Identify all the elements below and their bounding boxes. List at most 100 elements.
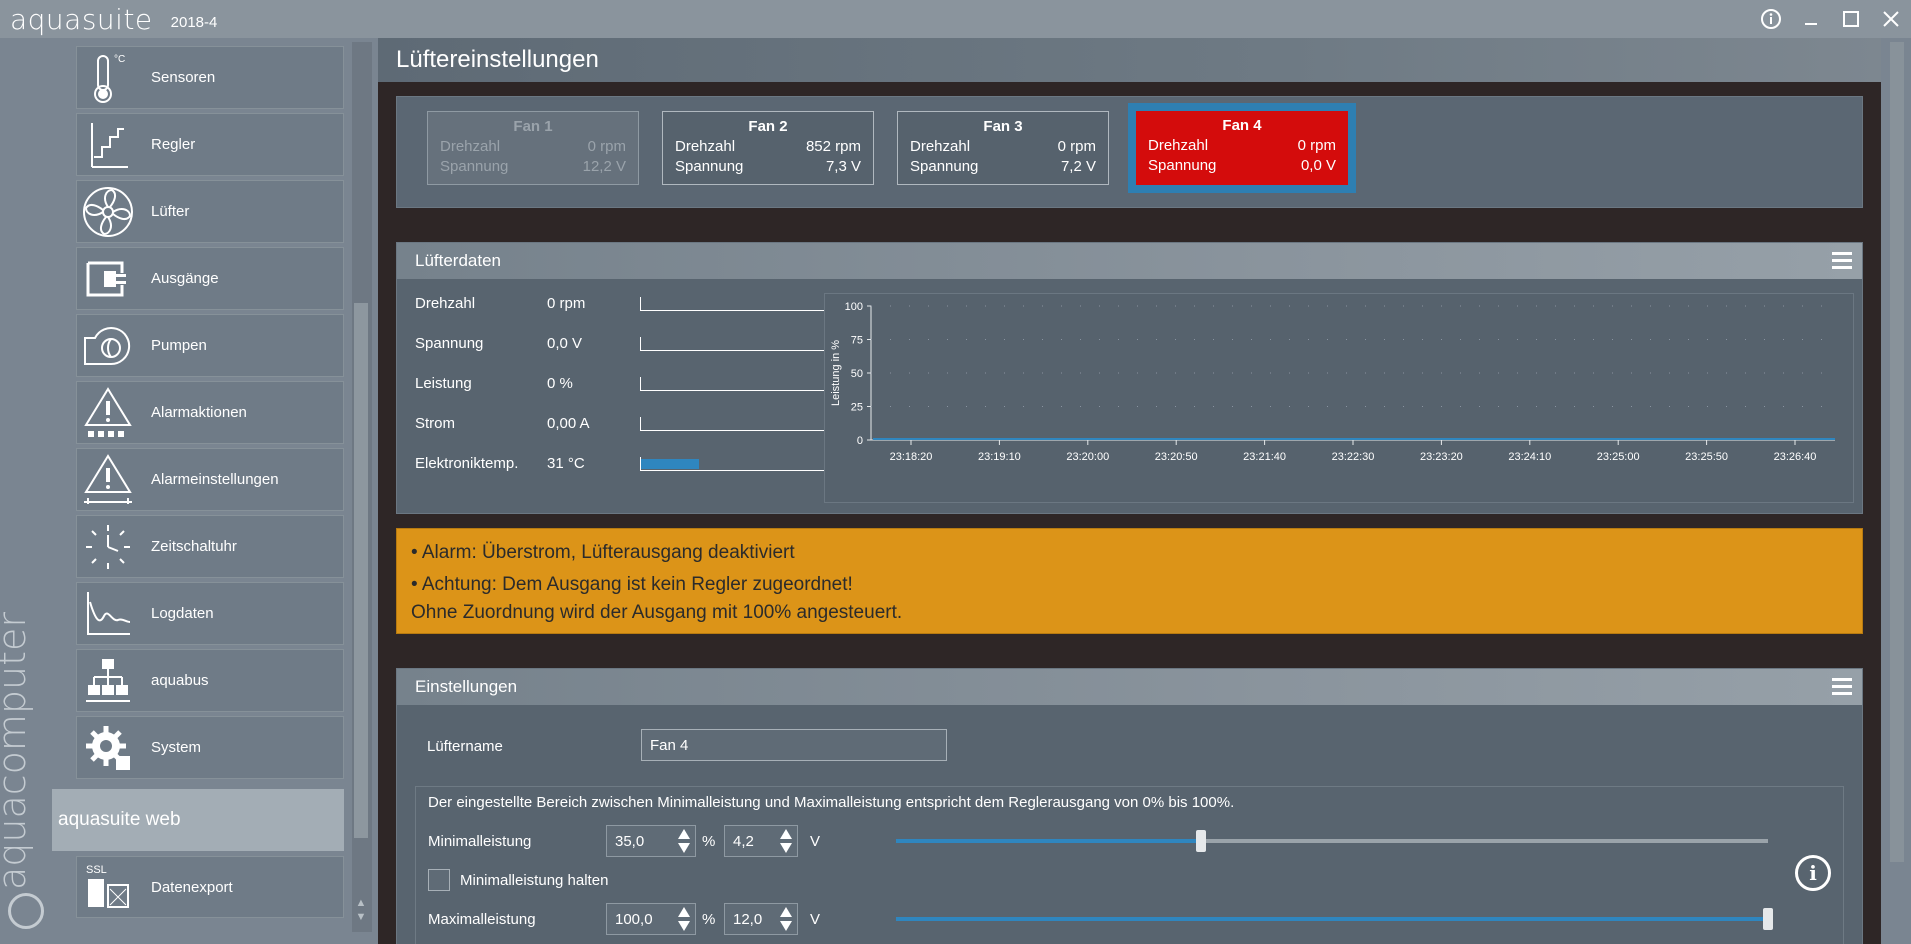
sidebar: aquacomputer °C Sensoren Regler Lüfter A… bbox=[0, 38, 378, 944]
fan-name-label: Lüftername bbox=[427, 738, 503, 755]
stepper-arrows-icon[interactable] bbox=[677, 906, 691, 932]
hold-min-label: Minimalleistung halten bbox=[460, 872, 609, 889]
sidebar-item-ausgaenge[interactable]: Ausgänge bbox=[76, 247, 344, 310]
alert-banner: • Alarm: Überstrom, Lüfterausgang deakti… bbox=[396, 528, 1863, 634]
range-settings-box: Der eingestellte Bereich zwischen Minima… bbox=[415, 786, 1844, 944]
export-icon: SSL bbox=[77, 856, 139, 918]
page-title: Lüftereinstellungen bbox=[378, 38, 1881, 82]
x-tick-label: 23:26:40 bbox=[1774, 451, 1817, 463]
network-icon bbox=[77, 649, 139, 712]
thermometer-icon: °C bbox=[77, 46, 139, 109]
menu-icon[interactable] bbox=[1832, 252, 1852, 270]
fan-selector-panel: Fan 1 Drehzahl 0 rpm Spannung 12,2 V Fan 2… bbox=[396, 96, 1863, 208]
close-icon[interactable] bbox=[1871, 0, 1911, 38]
maximize-icon[interactable] bbox=[1831, 0, 1871, 38]
sidebar-item-sensoren[interactable]: °C Sensoren bbox=[76, 46, 344, 109]
main-scrollbar[interactable] bbox=[1890, 42, 1904, 862]
sidebar-item-system[interactable]: System bbox=[76, 716, 344, 779]
window-controls bbox=[1751, 0, 1911, 38]
temp-bar bbox=[640, 457, 828, 471]
sidebar-item-pumpen[interactable]: Pumpen bbox=[76, 314, 344, 377]
sidebar-item-regler[interactable]: Regler bbox=[76, 113, 344, 176]
sidebar-scroll-thumb[interactable] bbox=[354, 303, 368, 838]
alert-no-controller: • Achtung: Dem Ausgang ist kein Regler z… bbox=[411, 574, 853, 595]
y-tick-label: 25 bbox=[851, 402, 863, 414]
x-tick-label: 23:24:10 bbox=[1508, 451, 1551, 463]
max-volt-stepper[interactable]: 12,0 bbox=[724, 903, 798, 935]
sidebar-section-aquasuite-web[interactable]: aquasuite web bbox=[52, 789, 344, 851]
chart-icon bbox=[77, 582, 139, 645]
voltage-bar bbox=[640, 337, 828, 351]
x-tick-label: 23:25:50 bbox=[1685, 451, 1728, 463]
stepper-arrows-icon[interactable] bbox=[677, 828, 691, 854]
x-tick-label: 23:18:20 bbox=[890, 451, 933, 463]
minimize-icon[interactable] bbox=[1791, 0, 1831, 38]
fan-card-2[interactable]: Fan 2 Drehzahl 852 rpm Spannung 7,3 V bbox=[662, 111, 874, 185]
fan-card-4[interactable]: Fan 4 Drehzahl 0 rpm Spannung 0,0 V bbox=[1136, 111, 1348, 185]
power-chart-svg: 100 75 50 25 0 23:18:20 23:19:10 23:20:00 23:20:… bbox=[830, 301, 1835, 463]
brand-logo-icon bbox=[8, 893, 44, 929]
gear-icon bbox=[77, 716, 139, 779]
info-icon[interactable]: i bbox=[1795, 855, 1831, 891]
fan-card-1[interactable]: Fan 1 Drehzahl 0 rpm Spannung 12,2 V bbox=[427, 111, 639, 185]
x-tick-label: 23:21:40 bbox=[1243, 451, 1286, 463]
main-content: Lüftereinstellungen Fan 1 Drehzahl 0 rpm … bbox=[378, 38, 1881, 944]
fan-data-header: Lüfterdaten bbox=[397, 243, 1862, 279]
sidebar-item-alarmaktionen[interactable]: Alarmaktionen bbox=[76, 381, 344, 444]
min-power-slider-thumb[interactable] bbox=[1196, 830, 1207, 852]
stepper-arrows-icon[interactable] bbox=[779, 906, 793, 932]
stepper-arrows-icon[interactable] bbox=[779, 828, 793, 854]
sidebar-nav: °C Sensoren Regler Lüfter Ausgänge Pumpe… bbox=[76, 46, 344, 783]
sidebar-item-datenexport[interactable]: SSL Datenexport bbox=[76, 856, 344, 918]
sidebar-item-luefter[interactable]: Lüfter bbox=[76, 180, 344, 243]
x-tick-label: 23:20:50 bbox=[1155, 451, 1198, 463]
min-volt-stepper[interactable]: 4,2 bbox=[724, 825, 798, 857]
sidebar-scroll-arrows-icon[interactable]: ▲ ▼ bbox=[354, 896, 368, 924]
regler-icon bbox=[77, 113, 139, 176]
max-power-slider-thumb[interactable] bbox=[1763, 908, 1773, 930]
svg-text:SSL: SSL bbox=[86, 864, 107, 876]
alarm-settings-icon bbox=[77, 448, 139, 511]
current-bar bbox=[640, 417, 828, 431]
settings-section: Einstellungen Lüftername Fan 4 Der einge… bbox=[396, 668, 1863, 944]
y-tick-label: 0 bbox=[857, 435, 863, 447]
clock-icon bbox=[77, 515, 139, 578]
pump-icon bbox=[77, 314, 139, 377]
info-icon[interactable] bbox=[1751, 0, 1791, 38]
x-tick-label: 23:23:20 bbox=[1420, 451, 1463, 463]
sidebar-item-aquabus[interactable]: aquabus bbox=[76, 649, 344, 712]
brand-text: aquacomputer bbox=[0, 611, 34, 890]
svg-text:°C: °C bbox=[114, 54, 125, 65]
max-percent-stepper[interactable]: 100,0 bbox=[606, 903, 696, 935]
sidebar-item-logdaten[interactable]: Logdaten bbox=[76, 582, 344, 645]
settings-menu-icon[interactable] bbox=[1832, 678, 1852, 696]
x-tick-label: 23:20:00 bbox=[1066, 451, 1109, 463]
alarm-icon bbox=[77, 381, 139, 444]
fan-data-section: Lüfterdaten Drehzahl 0 rpm Spannung 0,0 … bbox=[396, 242, 1863, 514]
alert-overcurrent: • Alarm: Überstrom, Lüfterausgang deakti… bbox=[411, 542, 795, 563]
hold-min-checkbox[interactable] bbox=[428, 869, 450, 891]
sidebar-item-zeitschaltuhr[interactable]: Zeitschaltuhr bbox=[76, 515, 344, 578]
plug-icon bbox=[77, 247, 139, 310]
y-tick-label: 75 bbox=[851, 335, 863, 347]
power-bar bbox=[640, 377, 828, 391]
y-tick-label: 50 bbox=[851, 368, 863, 380]
fan-icon bbox=[77, 180, 139, 243]
app-name: aquasuite bbox=[10, 2, 153, 36]
min-power-slider[interactable] bbox=[896, 830, 1768, 852]
y-axis-label: Leistung in % bbox=[830, 340, 842, 406]
range-note: Der eingestellte Bereich zwischen Minima… bbox=[428, 794, 1235, 811]
x-tick-label: 23:25:00 bbox=[1597, 451, 1640, 463]
min-percent-stepper[interactable]: 35,0 bbox=[606, 825, 696, 857]
max-power-label: Maximalleistung bbox=[428, 911, 536, 928]
y-tick-label: 100 bbox=[845, 301, 863, 313]
speed-bar bbox=[640, 297, 828, 311]
x-tick-label: 23:22:30 bbox=[1332, 451, 1375, 463]
fan-name-input[interactable]: Fan 4 bbox=[641, 729, 947, 761]
alert-no-controller-detail: Ohne Zuordnung wird der Ausgang mit 100%… bbox=[411, 602, 903, 623]
max-power-slider[interactable] bbox=[896, 908, 1773, 930]
x-tick-label: 23:19:10 bbox=[978, 451, 1021, 463]
sidebar-item-alarmeinstellungen[interactable]: Alarmeinstellungen bbox=[76, 448, 344, 511]
fan-card-3[interactable]: Fan 3 Drehzahl 0 rpm Spannung 7,2 V bbox=[897, 111, 1109, 185]
min-power-label: Minimalleistung bbox=[428, 833, 532, 850]
